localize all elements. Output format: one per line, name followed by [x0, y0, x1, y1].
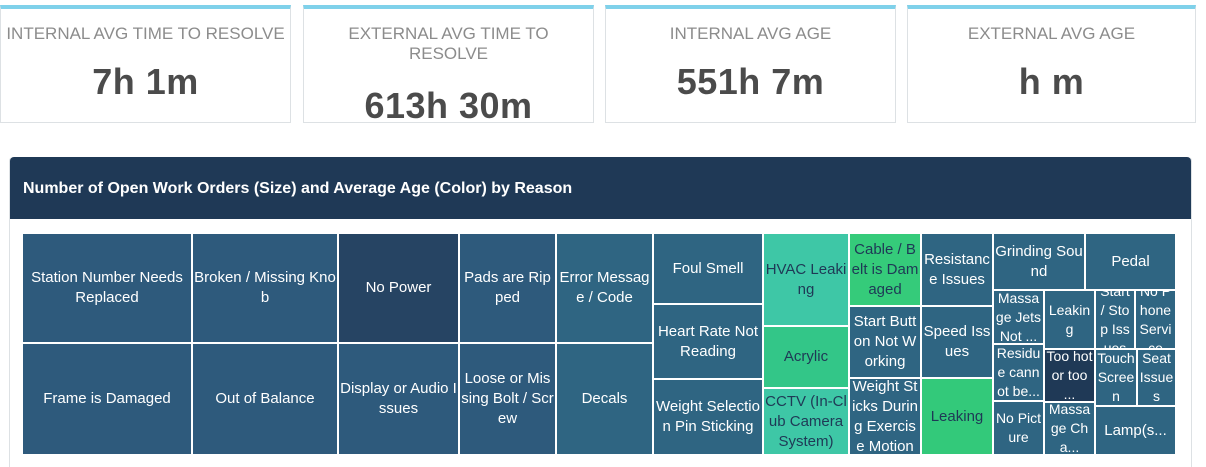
kpi-value: h m: [1018, 61, 1085, 102]
treemap-tile[interactable]: Too hot or too ...: [1044, 349, 1095, 402]
treemap-tile[interactable]: Start / Stop Issues: [1095, 290, 1135, 349]
kpi-value: 7h 1m: [92, 61, 199, 102]
treemap-tile[interactable]: No Power: [338, 233, 459, 343]
treemap-tile[interactable]: Decals: [556, 343, 653, 455]
treemap-tile[interactable]: Lamp(s...: [1095, 406, 1176, 455]
treemap-tile[interactable]: Massage Jets Not ...: [993, 290, 1044, 344]
treemap-tile[interactable]: Seat Issues: [1137, 349, 1176, 406]
treemap-tile[interactable]: Weight Selection Pin Sticking: [653, 379, 763, 455]
treemap-tile[interactable]: Out of Balance: [192, 343, 338, 455]
kpi-label: INTERNAL AVG AGE: [669, 24, 832, 43]
treemap-tile[interactable]: Pads are Ripped: [459, 233, 556, 343]
treemap-tile[interactable]: No Phone Service: [1135, 290, 1176, 349]
treemap-tile[interactable]: Cable / Belt is Damaged: [849, 233, 921, 306]
treemap-tile[interactable]: Frame is Damaged: [22, 343, 192, 455]
treemap-tile[interactable]: Display or Audio Issues: [338, 343, 459, 455]
treemap-tile[interactable]: HVAC Leaking: [763, 233, 849, 326]
treemap-tile[interactable]: Broken / Missing Knob: [192, 233, 338, 343]
treemap-tile[interactable]: Start Button Not Working: [849, 306, 921, 378]
kpi-label: INTERNAL AVG TIME TO RESOLVE: [6, 24, 285, 43]
kpi-internal-avg-age: INTERNAL AVG AGE 551h 7m: [605, 5, 896, 123]
treemap-tile[interactable]: CCTV (In-Club Camera System): [763, 388, 849, 455]
treemap-tile[interactable]: Massage Cha...: [1044, 402, 1095, 455]
treemap-tile[interactable]: No Picture: [993, 401, 1044, 455]
treemap-tile[interactable]: Leaking: [1044, 290, 1095, 349]
treemap-tile[interactable]: Speed Issues: [921, 306, 993, 378]
kpi-value: 613h 30m: [364, 85, 533, 126]
kpi-value: 551h 7m: [676, 61, 825, 102]
treemap-tile[interactable]: Touch Screen: [1095, 349, 1137, 406]
treemap-tile[interactable]: Leaking: [921, 378, 993, 455]
treemap-tile[interactable]: Acrylic: [763, 326, 849, 388]
treemap-tile[interactable]: Weight Sticks During Exercise Motion: [849, 378, 921, 455]
treemap-tile[interactable]: Residue cannot be...: [993, 344, 1044, 401]
kpi-external-avg-age: EXTERNAL AVG AGE h m: [907, 5, 1196, 123]
treemap-tile[interactable]: Heart Rate Not Reading: [653, 304, 763, 379]
treemap-tile[interactable]: Foul Smell: [653, 233, 763, 304]
kpi-label: EXTERNAL AVG AGE: [967, 24, 1136, 43]
kpi-external-avg-time-to-resolve: EXTERNAL AVG TIME TO RESOLVE 613h 30m: [303, 5, 594, 126]
treemap-tile[interactable]: Error Message / Code: [556, 233, 653, 343]
panel-header: Number of Open Work Orders (Size) and Av…: [10, 157, 1191, 219]
treemap-tile[interactable]: Pedal: [1085, 233, 1176, 290]
treemap-tile[interactable]: Grinding Sound: [993, 233, 1085, 290]
kpi-internal-avg-time-to-resolve: INTERNAL AVG TIME TO RESOLVE 7h 1m: [0, 5, 291, 123]
treemap-tile[interactable]: Resistance Issues: [921, 233, 993, 306]
treemap-tile[interactable]: Loose or Missing Bolt / Screw: [459, 343, 556, 455]
panel-title: Number of Open Work Orders (Size) and Av…: [23, 180, 573, 197]
kpi-label: EXTERNAL AVG TIME TO RESOLVE: [348, 24, 549, 63]
treemap-tile[interactable]: Station Number Needs Replaced: [22, 233, 192, 343]
